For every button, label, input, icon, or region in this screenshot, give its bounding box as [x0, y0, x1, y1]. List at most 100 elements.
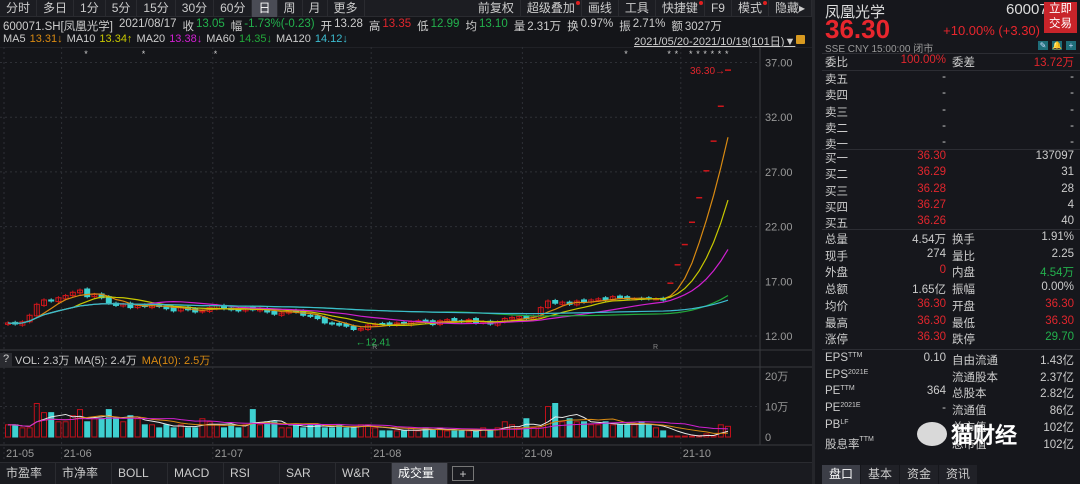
- x-tick-label: 21-07: [215, 448, 243, 460]
- high-label: 高: [368, 21, 381, 33]
- panel-tab[interactable]: 资讯: [939, 465, 978, 484]
- toolbar-button[interactable]: 工具: [619, 0, 656, 17]
- indicator-tab[interactable]: MACD: [168, 463, 224, 484]
- vol-ma5: MA(5): 2.4万: [74, 355, 137, 367]
- trade-now-button[interactable]: 立即 交易: [1044, 2, 1077, 33]
- trade-btn-line1: 立即: [1049, 3, 1072, 15]
- volume-bar: [120, 421, 127, 438]
- indicator-tab[interactable]: 成交量: [392, 463, 448, 484]
- toolbar-button[interactable]: 超级叠加: [521, 0, 582, 17]
- change-value: -1.73%(-0.23): [244, 18, 315, 30]
- volume-bar: [595, 424, 602, 438]
- period-tab[interactable]: 日: [252, 0, 278, 17]
- volume-bar: [300, 427, 307, 438]
- avg-label: 均: [465, 21, 477, 33]
- add-indicator-button[interactable]: +: [452, 466, 474, 481]
- period-tab[interactable]: 更多: [328, 0, 365, 17]
- panel-tab[interactable]: 资金: [900, 465, 939, 484]
- fund-label: EPS2021E: [825, 369, 868, 381]
- toolbar-button-label: F9: [710, 0, 725, 15]
- panel-tabs: 盘口 基本 资金 资讯: [822, 465, 978, 484]
- ma-value: 14.35↓: [238, 33, 272, 45]
- volume-bar: [329, 427, 335, 438]
- ma-label: MA20: [136, 33, 166, 45]
- superscript: LF: [840, 418, 849, 426]
- superscript: 2021E: [848, 368, 869, 376]
- toolbar-button[interactable]: 前复权: [472, 0, 521, 17]
- period-tab[interactable]: 30分: [176, 0, 215, 17]
- volume-bar: [343, 427, 350, 438]
- period-tab[interactable]: 1分: [74, 0, 106, 17]
- toolbar-button-label: 模式: [737, 0, 762, 15]
- kline-chart[interactable]: 37.00 32.00 27.00 22.00 17.00 12.00 20万 10万 0 21-…: [0, 47, 812, 462]
- label: 委比: [825, 57, 848, 69]
- date: 2021/08/17: [118, 18, 177, 30]
- toolbar-button[interactable]: F9: [705, 0, 732, 17]
- bid-price: 36.26: [917, 215, 946, 228]
- indicator-tab[interactable]: SAR: [280, 463, 336, 484]
- quote-row: 买四 36.27 4: [815, 199, 1080, 216]
- fund-label-text: PE: [825, 385, 841, 398]
- quote-row: 买一 36.30 137097: [815, 150, 1080, 167]
- y-tick-label: 12.00: [765, 331, 793, 343]
- volume-bar: [213, 424, 220, 438]
- indicator-tab[interactable]: 市净率: [56, 463, 112, 484]
- volume-bar: [588, 424, 595, 438]
- toolbar-button[interactable]: 画线: [582, 0, 619, 17]
- divider: [822, 229, 1080, 230]
- ask-price: -: [942, 87, 946, 100]
- stat-label: 量比: [952, 250, 975, 263]
- bid-volume: 28: [1061, 182, 1074, 195]
- panel-tab[interactable]: 盘口: [822, 465, 861, 484]
- period-toolbar: 分时 多日 1分 5分 15分 30分 60分日周月更多 前复权 超级叠加 画线 工具 快捷键 F9 模式…: [0, 0, 812, 17]
- bid-label: 买二: [825, 169, 848, 182]
- toolbar-button[interactable]: 隐藏▸: [769, 0, 812, 17]
- period-tab[interactable]: 分时: [0, 0, 38, 17]
- lock-icon[interactable]: [796, 35, 805, 44]
- period-tab[interactable]: 多日: [37, 0, 75, 17]
- amp-group: 幅 -1.73%(-0.23): [231, 18, 315, 33]
- volume-bar: [473, 430, 479, 438]
- fund-label-text: PE: [825, 402, 841, 415]
- period-tab[interactable]: 60分: [214, 0, 253, 17]
- volume-bar: [170, 427, 177, 438]
- period-tab[interactable]: 15分: [137, 0, 176, 17]
- period-tab[interactable]: 月: [303, 0, 328, 17]
- stat-label: 涨停: [825, 334, 848, 347]
- swing-group: 振 2.71%: [619, 18, 665, 33]
- period-tab[interactable]: 周: [278, 0, 303, 17]
- quote-row: 买二 36.29 31: [815, 166, 1080, 183]
- bid-volume: 40: [1061, 215, 1074, 228]
- indicator-tab[interactable]: RSI: [224, 463, 280, 484]
- indicator-tab[interactable]: 市盈率: [0, 463, 56, 484]
- toolbar-button[interactable]: 模式: [732, 0, 769, 17]
- event-star-icon: *: [624, 49, 628, 59]
- stat-label: 总额: [825, 284, 848, 297]
- bid-volume: 4: [1067, 198, 1074, 211]
- fund-label: EPSTTM: [825, 352, 862, 364]
- fund-value: 2.37亿: [1040, 371, 1074, 384]
- help-button[interactable]: ?: [0, 353, 12, 367]
- volume-bar: [530, 427, 537, 438]
- indicator-tab[interactable]: BOLL: [112, 463, 168, 484]
- add-icon[interactable]: +: [1066, 41, 1076, 50]
- y-tick-label: 22.00: [765, 222, 793, 234]
- quote-row: 卖五 - -: [815, 71, 1080, 88]
- fund-label: PBLF: [825, 419, 849, 431]
- superscript: TTM: [840, 385, 855, 393]
- toolbar-button[interactable]: 快捷键: [656, 0, 705, 17]
- volume-bar: [105, 409, 112, 438]
- volume-bar: [429, 429, 436, 438]
- period-tab[interactable]: 5分: [106, 0, 138, 17]
- indicator-tab[interactable]: W&R: [336, 463, 392, 484]
- fund-label-text: EPS: [825, 368, 849, 381]
- volume-bar: [645, 424, 652, 438]
- volume-bar: [134, 418, 141, 438]
- edit-icon[interactable]: ✎: [1038, 41, 1048, 50]
- superscript: TTM: [859, 435, 874, 443]
- volume-bar: [552, 403, 559, 438]
- bell-icon[interactable]: 🔔: [1052, 41, 1062, 50]
- volume-bar: [84, 421, 91, 438]
- panel-tab[interactable]: 基本: [861, 465, 900, 484]
- stat-label: 最低: [952, 317, 975, 330]
